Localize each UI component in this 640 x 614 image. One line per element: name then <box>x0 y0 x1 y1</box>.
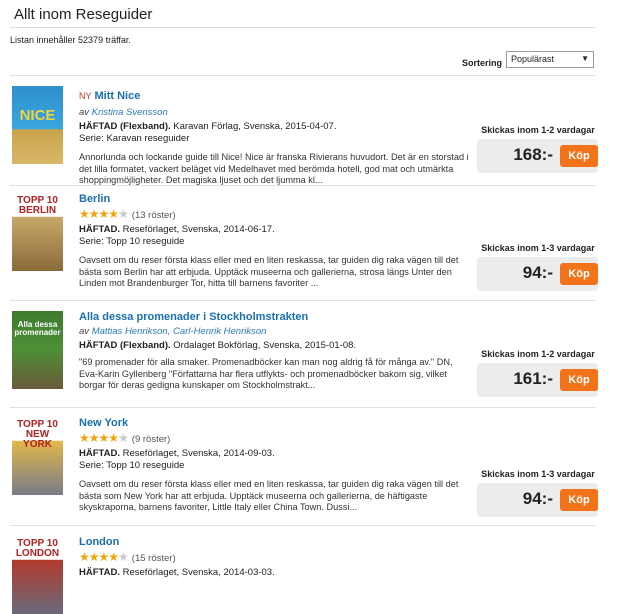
cover-title: NICE <box>19 107 56 124</box>
product-description: "69 promenader för alla smaker. Promenad… <box>79 357 453 390</box>
product-title[interactable]: Alla dessa promenader i Stockholmstrakte… <box>79 311 471 323</box>
book-cover[interactable]: NICE <box>12 86 63 164</box>
publication-info: HÄFTAD. Reseförlaget, Svenska, 2014-09-0… <box>79 448 275 459</box>
product-description: Oavsett om du reser första klass eller m… <box>79 479 459 512</box>
series-info: Serie: Karavan reseguider <box>79 133 190 144</box>
cover-title: TOPP 10 BERLIN <box>17 195 58 216</box>
shipping-info: Skickas inom 1-2 vardagar <box>481 349 595 359</box>
product-title[interactable]: Berlin <box>79 193 471 205</box>
series-info: Serie: Topp 10 reseguide <box>79 460 185 471</box>
cover-title: TOPP 10 LONDON <box>15 538 60 559</box>
byline: av Kristina Svensson <box>79 107 168 118</box>
cover-title: Alla dessa promenader <box>14 320 61 337</box>
shipping-info: Skickas inom 1-2 vardagar <box>481 125 595 135</box>
product-item: Alla dessa promenader Alla dessa promena… <box>10 311 598 408</box>
series-info: Serie: Topp 10 reseguide <box>79 236 185 247</box>
cover-title: TOPP 10 NEW YORK <box>17 419 58 450</box>
vote-count: (9 röster) <box>131 434 171 445</box>
item-divider <box>10 525 596 526</box>
product-item: TOPP 10 LONDON London ★★★★★ (15 röster) H… <box>10 536 596 614</box>
price: 161:- <box>513 369 553 388</box>
publication-info: HÄFTAD (Flexband). Karavan Förlag, Svens… <box>79 121 337 132</box>
book-cover[interactable]: TOPP 10 NEW YORK <box>12 417 63 495</box>
book-cover[interactable]: Alla dessa promenader <box>12 311 63 389</box>
product-description: Oavsett om du reser första klass eller m… <box>79 255 459 288</box>
title-divider <box>10 27 596 28</box>
price: 94:- <box>522 263 553 282</box>
sort-dropdown[interactable]: Populärast ▼ <box>506 51 594 68</box>
price: 94:- <box>522 489 553 508</box>
item-divider <box>10 185 596 186</box>
shipping-info: Skickas inom 1-3 vardagar <box>481 469 595 479</box>
book-cover[interactable]: TOPP 10 LONDON <box>12 536 63 614</box>
buy-button[interactable]: Köp <box>560 369 598 391</box>
rating-stars: ★★★★★ (9 röster) <box>79 431 171 445</box>
new-badge: NY <box>79 91 92 101</box>
product-item: TOPP 10 BERLIN Berlin ★★★★★ (13 röster) H… <box>10 193 598 301</box>
price-box: 168:- Köp <box>477 139 598 173</box>
result-count: Listan innehåller 52379 träffar. <box>10 35 131 45</box>
item-divider <box>10 407 596 408</box>
vote-count: (15 röster) <box>131 553 176 564</box>
product-title[interactable]: London <box>79 536 471 548</box>
buy-button[interactable]: Köp <box>560 489 598 511</box>
product-item: NICE NY Mitt Nice av Kristina Svensson HÄ… <box>10 86 598 186</box>
sort-label: Sortering <box>462 58 503 68</box>
rating-stars: ★★★★★ (13 röster) <box>79 207 176 221</box>
price-box: 161:- Köp <box>477 363 598 397</box>
price: 168:- <box>513 145 553 164</box>
publication-info: HÄFTAD. Reseförlaget, Svenska, 2014-06-1… <box>79 224 275 235</box>
product-item: TOPP 10 NEW YORK New York ★★★★★ (9 röster… <box>10 417 598 526</box>
price-box: 94:- Köp <box>477 257 598 291</box>
publication-info: HÄFTAD (Flexband). Ordalaget Bokförlag, … <box>79 340 357 351</box>
page-title: Allt inom Reseguider <box>14 6 153 23</box>
vote-count: (13 röster) <box>131 210 176 221</box>
author-link[interactable]: Mattias Henrikson, Carl-Henrik Henrikson <box>92 326 267 337</box>
byline: av Mattias Henrikson, Carl-Henrik Henrik… <box>79 326 267 337</box>
rating-stars: ★★★★★ (15 röster) <box>79 550 176 564</box>
buy-button[interactable]: Köp <box>560 263 598 285</box>
price-box: 94:- Köp <box>477 483 598 517</box>
publication-info: HÄFTAD. Reseförlaget, Svenska, 2014-03-0… <box>79 567 275 578</box>
product-title[interactable]: New York <box>79 417 471 429</box>
book-cover[interactable]: TOPP 10 BERLIN <box>12 193 63 271</box>
sort-selected-value: Populärast <box>511 54 555 64</box>
chevron-down-icon: ▼ <box>581 54 589 63</box>
author-link[interactable]: Kristina Svensson <box>92 107 168 118</box>
product-description: Annorlunda och lockande guide till Nice!… <box>79 152 469 185</box>
buy-button[interactable]: Köp <box>560 145 598 167</box>
shipping-info: Skickas inom 1-3 vardagar <box>481 243 595 253</box>
product-title[interactable]: Mitt Nice <box>95 90 141 102</box>
item-divider <box>10 300 596 301</box>
list-divider <box>10 75 596 76</box>
